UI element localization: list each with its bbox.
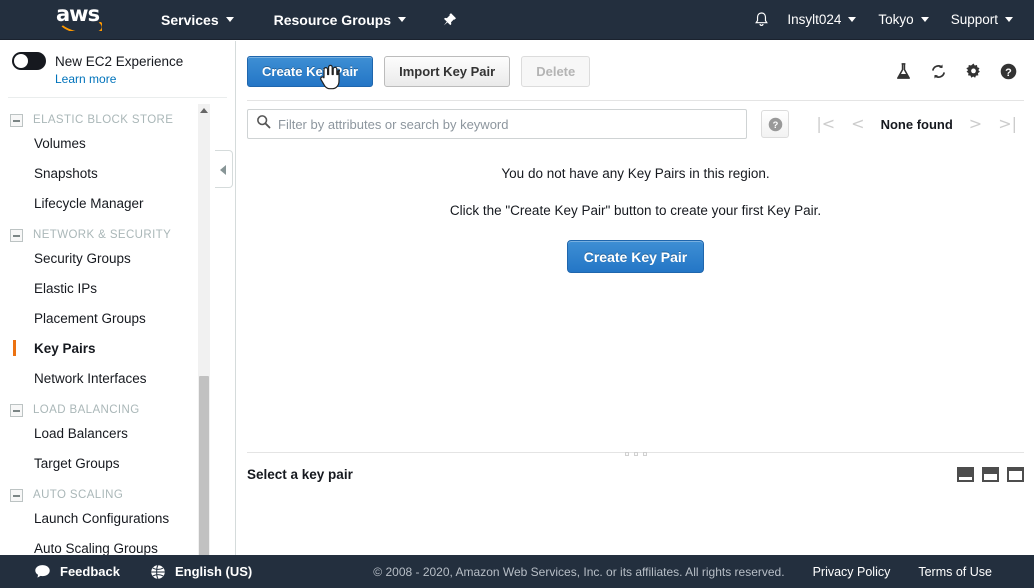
- collapse-minus-icon[interactable]: [10, 404, 23, 417]
- footer: Feedback English (US) © 2008 - 2020, Ama…: [0, 555, 1034, 588]
- nav-right-group: Insylt024 Tokyo Support: [746, 0, 1034, 40]
- layout-large-icon[interactable]: [1007, 466, 1024, 482]
- refresh-icon[interactable]: [929, 62, 948, 81]
- language-selector[interactable]: English (US): [150, 564, 252, 580]
- filter-row: ? |< < None found > >|: [237, 101, 1034, 139]
- chevron-down-icon: [225, 17, 234, 22]
- new-experience-toggle[interactable]: [12, 52, 46, 70]
- aws-logo[interactable]: aws: [56, 3, 108, 35]
- detail-panel-header: Select a key pair: [237, 455, 1034, 493]
- nav-support-menu[interactable]: Support: [940, 0, 1024, 40]
- feedback-button[interactable]: Feedback: [34, 564, 120, 579]
- copyright-text: © 2008 - 2020, Amazon Web Services, Inc.…: [373, 564, 785, 579]
- chevron-down-icon: [848, 17, 857, 22]
- flask-icon[interactable]: [894, 62, 913, 81]
- nav-resource-groups-label: Resource Groups: [273, 11, 392, 28]
- svg-text:?: ?: [773, 120, 779, 130]
- sidebar-section-label: AUTO SCALING: [33, 489, 124, 501]
- toolbar-icon-group: ?: [894, 62, 1024, 81]
- collapse-minus-icon[interactable]: [10, 489, 23, 502]
- collapse-minus-icon[interactable]: [10, 229, 23, 242]
- scrollbar-thumb[interactable]: [199, 376, 209, 584]
- nav-support-label: Support: [950, 12, 998, 27]
- collapse-minus-icon[interactable]: [10, 114, 23, 127]
- nav-services[interactable]: Services: [150, 0, 245, 40]
- pagination: |< < None found > >|: [809, 114, 1024, 134]
- search-icon: [256, 114, 271, 134]
- import-key-pair-button[interactable]: Import Key Pair: [384, 55, 511, 87]
- chevron-down-icon: [920, 17, 929, 22]
- nav-resource-groups[interactable]: Resource Groups: [263, 0, 417, 40]
- sidebar-scrollbar[interactable]: [198, 104, 210, 588]
- empty-state-line-1: You do not have any Key Pairs in this re…: [501, 166, 770, 181]
- pagination-next-button[interactable]: >: [962, 114, 989, 134]
- layout-medium-icon[interactable]: [982, 466, 999, 482]
- feedback-icon: [34, 564, 51, 579]
- privacy-policy-link[interactable]: Privacy Policy: [813, 565, 891, 579]
- help-icon[interactable]: ?: [999, 62, 1018, 81]
- create-key-pair-button[interactable]: Create Key Pair: [247, 55, 374, 87]
- action-toolbar: Create Key Pair Import Key Pair Delete ?: [237, 41, 1034, 91]
- empty-state: You do not have any Key Pairs in this re…: [237, 139, 1034, 273]
- empty-state-line-2: Click the "Create Key Pair" button to cr…: [449, 203, 822, 218]
- sidebar-section-label: ELASTIC BLOCK STORE: [33, 114, 174, 126]
- sidebar: New EC2 Experience Learn more ELASTIC BL…: [0, 41, 236, 588]
- globe-icon: [150, 564, 166, 580]
- layout-toggle-group: [957, 466, 1024, 482]
- svg-text:?: ?: [1005, 66, 1012, 78]
- language-label: English (US): [174, 564, 253, 579]
- nav-services-label: Services: [161, 11, 219, 28]
- main-content: Create Key Pair Import Key Pair Delete ?…: [237, 41, 1034, 555]
- top-navigation-bar: aws Services Resource Groups Insylt024 T…: [0, 0, 1034, 40]
- nav-account-menu[interactable]: Insylt024: [776, 0, 867, 40]
- chevron-down-icon: [398, 17, 407, 22]
- bell-icon[interactable]: [746, 0, 776, 40]
- pagination-prev-button[interactable]: <: [844, 114, 871, 134]
- sidebar-collapse-handle[interactable]: [215, 150, 233, 188]
- pagination-last-button[interactable]: >|: [991, 114, 1024, 134]
- new-experience-label: New EC2 Experience: [55, 53, 184, 69]
- filter-box[interactable]: [247, 109, 748, 139]
- sidebar-section-label: LOAD BALANCING: [33, 404, 140, 416]
- sidebar-section-label: NETWORK & SECURITY: [33, 229, 172, 241]
- aws-logo-smile: [58, 22, 102, 31]
- learn-more-link[interactable]: Learn more: [55, 72, 116, 86]
- pin-icon[interactable]: [435, 0, 462, 40]
- scroll-up-arrow-icon[interactable]: [200, 108, 208, 113]
- feedback-label: Feedback: [60, 564, 120, 579]
- gear-icon[interactable]: [964, 62, 983, 81]
- nav-region-label: Tokyo: [878, 12, 914, 27]
- chevron-down-icon: [1005, 17, 1013, 22]
- detail-panel-title: Select a key pair: [247, 466, 353, 482]
- layout-small-icon[interactable]: [957, 466, 974, 482]
- pagination-label: None found: [880, 116, 953, 132]
- create-key-pair-button-center[interactable]: Create Key Pair: [566, 240, 705, 273]
- sidebar-divider: [8, 97, 227, 98]
- filter-help-icon[interactable]: ?: [761, 110, 790, 138]
- terms-of-use-link[interactable]: Terms of Use: [918, 565, 992, 579]
- new-experience-row: New EC2 Experience: [0, 41, 235, 70]
- delete-button: Delete: [521, 55, 591, 87]
- nav-account-label: Insylt024: [787, 12, 842, 27]
- nav-region-menu[interactable]: Tokyo: [867, 0, 939, 40]
- search-input[interactable]: [278, 116, 739, 132]
- pagination-first-button[interactable]: |<: [809, 114, 842, 134]
